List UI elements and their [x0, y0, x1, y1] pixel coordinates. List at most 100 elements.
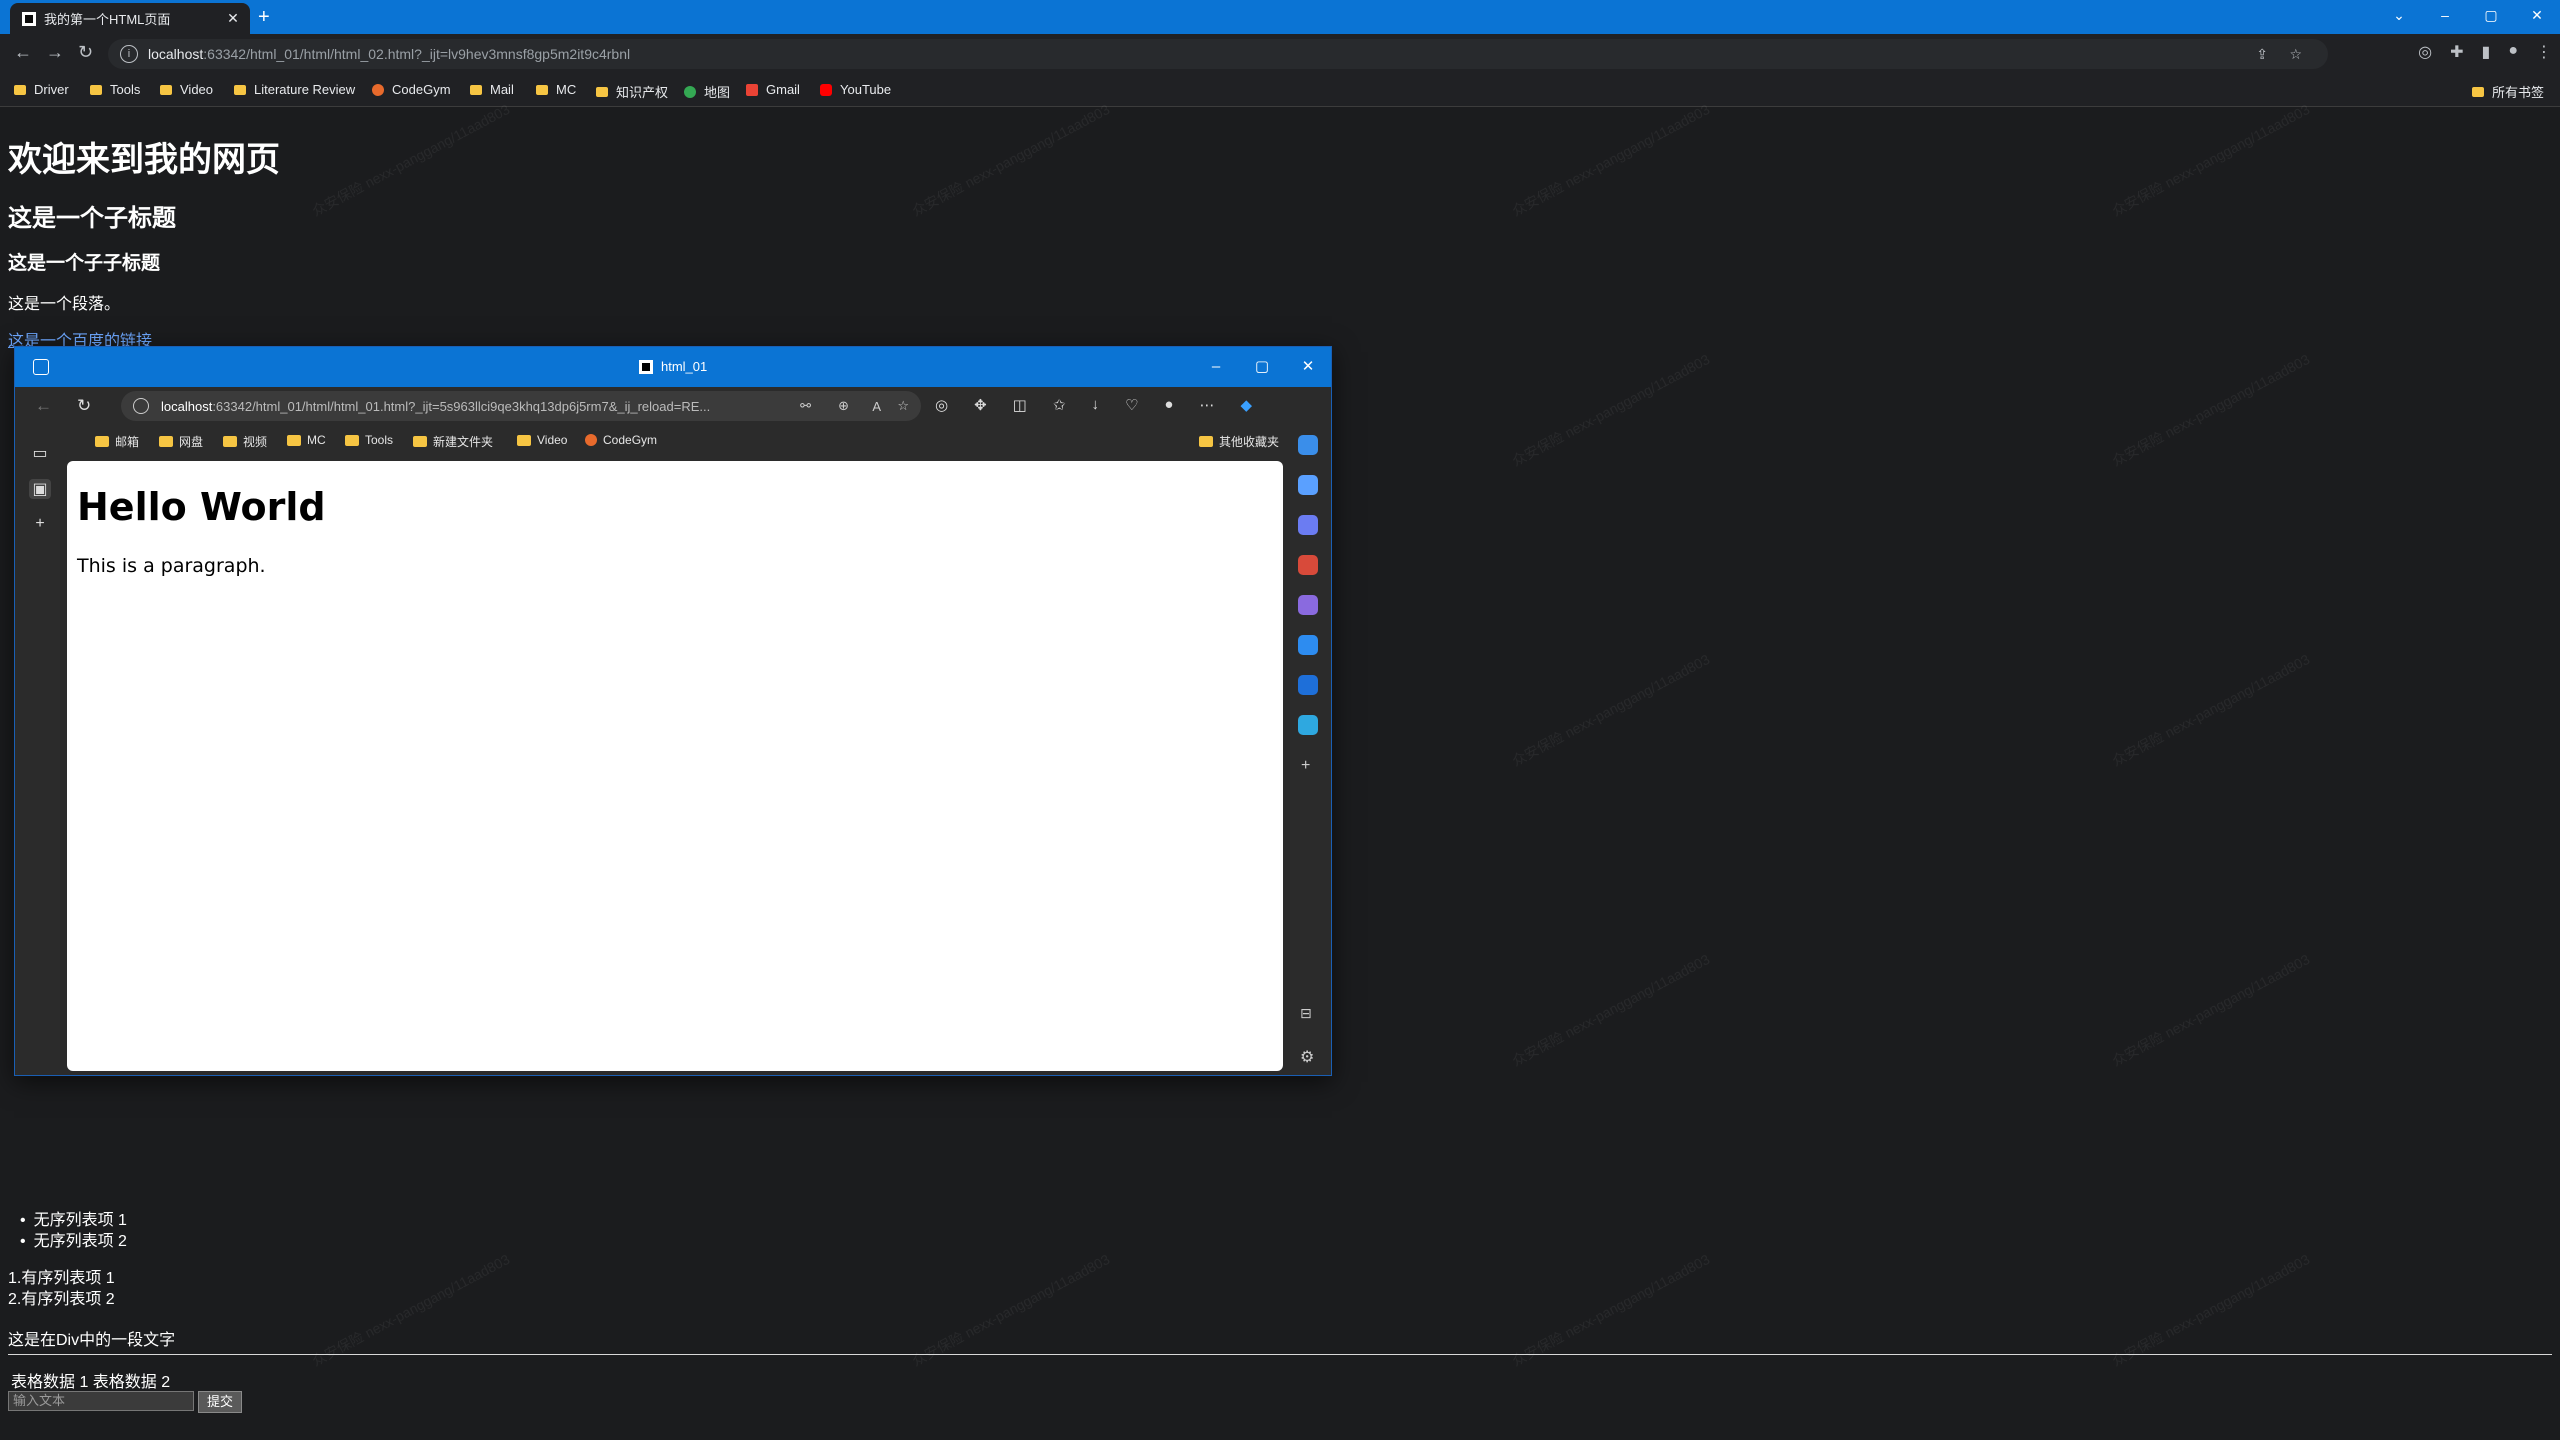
edge-toolbar-icons: ◎ ✥ ◫ ✩ ↓ ♡ ● ⋯ ◆ [935, 396, 1252, 414]
address-bar[interactable]: i localhost :63342/html_01/html/html_02.… [108, 39, 2328, 69]
microsoft365-icon[interactable] [1298, 635, 1318, 655]
games-icon[interactable] [1298, 595, 1318, 615]
extensions-icon[interactable]: ✚ [2450, 42, 2463, 62]
split-screen-icon[interactable]: ◫ [1013, 396, 1027, 414]
intellij-tab-icon[interactable]: ▣ [29, 479, 51, 499]
back-arrow-icon[interactable]: ← [35, 396, 52, 416]
bookmark-label: Mail [490, 82, 514, 97]
other-favorites[interactable]: 其他收藏夹 [1199, 433, 1279, 450]
share-icon[interactable]: ⇪ [2256, 46, 2268, 63]
edge-page-content: Hello World This is a paragraph. [67, 461, 1283, 1071]
side-panel-icon[interactable]: ▮ [2482, 42, 2491, 62]
read-aloud-icon[interactable]: A [872, 399, 881, 414]
browser-tab[interactable]: 我的第一个HTML页面 ✕ [10, 3, 250, 34]
search-icon[interactable] [1298, 475, 1318, 495]
edge-address-bar[interactable]: localhost :63342/html_01/html/html_01.ht… [121, 391, 921, 421]
bookmark-item[interactable]: CodeGym [585, 433, 657, 447]
data-table: 表格数据 1 表格数据 2 [11, 1374, 171, 1391]
profile-avatar-icon[interactable]: ● [1164, 396, 1173, 414]
zoom-icon[interactable]: ⊕ [838, 398, 849, 414]
sidebar-settings-icon[interactable]: ⚙ [1300, 1047, 1314, 1067]
restore-button[interactable]: ▢ [2468, 0, 2514, 30]
tab-actions-icon[interactable] [33, 359, 49, 375]
favorites-icon[interactable]: ✩ [1053, 396, 1066, 414]
favorite-star-icon[interactable]: ☆ [897, 398, 909, 414]
new-tab-icon[interactable]: + [29, 515, 51, 533]
all-bookmarks[interactable]: 所有书签 [2472, 82, 2544, 101]
minimize-button[interactable]: – [2422, 0, 2468, 30]
notification-bell-icon[interactable] [1298, 435, 1318, 455]
close-window-button[interactable]: ✕ [1285, 347, 1331, 387]
list-item-text: 无序列表项 2 [33, 1233, 127, 1250]
profile-avatar-icon[interactable]: ● [2508, 42, 2518, 62]
close-tab-icon[interactable]: ✕ [224, 10, 242, 27]
drop-icon[interactable] [1298, 715, 1318, 735]
bookmark-item[interactable]: Video [517, 433, 567, 447]
incognito-icon[interactable]: ◎ [935, 396, 948, 414]
bookmark-item[interactable]: Tools [90, 82, 140, 97]
bookmark-star-icon[interactable]: ☆ [2289, 46, 2302, 63]
minimize-button[interactable]: – [1193, 347, 1239, 387]
bookmark-item[interactable]: Literature Review [234, 82, 355, 97]
folder-icon [413, 436, 427, 447]
tools-icon[interactable] [1298, 555, 1318, 575]
shopping-tag-icon[interactable] [1298, 515, 1318, 535]
bookmark-label: 视频 [243, 435, 268, 449]
folder-icon [14, 84, 26, 95]
reload-icon[interactable]: ↻ [77, 396, 91, 416]
folder-icon [536, 84, 548, 95]
reload-icon[interactable]: ↻ [78, 42, 93, 63]
edge-vertical-tabs: ▭ ▣ + [15, 425, 67, 1075]
bookmark-label: 知识产权 [616, 85, 669, 100]
submit-button[interactable]: 提交 [198, 1391, 243, 1413]
folder-icon [159, 436, 173, 447]
paragraph: This is a paragraph. [77, 555, 266, 577]
bookmark-item[interactable]: 视频 [223, 433, 267, 450]
bookmark-label: Video [537, 433, 568, 447]
folder-icon [517, 434, 531, 446]
tab-panel-icon[interactable]: ▭ [29, 443, 51, 463]
list-item: 1.有序列表项 1 [8, 1264, 115, 1287]
bookmark-item[interactable]: MC [536, 82, 576, 97]
hide-sidebar-icon[interactable]: ⊟ [1300, 1005, 1312, 1022]
bookmark-item[interactable]: 新建文件夹 [413, 433, 493, 450]
bookmark-item[interactable]: 知识产权 [596, 82, 668, 101]
bookmark-item[interactable]: 邮箱 [95, 433, 139, 450]
incognito-icon[interactable]: ◎ [2418, 42, 2432, 62]
downloads-icon[interactable]: ↓ [1091, 396, 1099, 414]
url-host: localhost [161, 398, 213, 414]
bookmark-label: 新建文件夹 [433, 435, 494, 449]
bookmark-item[interactable]: Video [160, 82, 213, 97]
more-menu-icon[interactable]: ⋯ [1199, 396, 1214, 414]
bookmark-item[interactable]: Driver [14, 82, 69, 97]
url-path: :63342/html_01/html/html_02.html?_ijt=lv… [203, 46, 631, 62]
new-tab-button[interactable]: + [258, 6, 270, 29]
bookmark-item[interactable]: MC [287, 433, 326, 447]
text-input[interactable]: 输入文本 [8, 1391, 194, 1411]
site-info-icon[interactable]: i [120, 45, 138, 63]
folder-icon [287, 434, 301, 446]
bookmark-item[interactable]: 网盘 [159, 433, 203, 450]
back-arrow-icon[interactable]: ← [14, 42, 32, 63]
browser-essentials-icon[interactable]: ♡ [1125, 396, 1138, 414]
bookmark-item[interactable]: Tools [345, 433, 393, 447]
bookmark-item[interactable]: YouTube [820, 82, 891, 97]
bookmark-item[interactable]: Gmail [746, 82, 800, 97]
watermark: 众安保险 nexx-panggang/11aad803 [2109, 1250, 2313, 1370]
menu-kebab-icon[interactable]: ⋮ [2536, 42, 2552, 62]
add-sidebar-app-icon[interactable]: + [1301, 757, 1310, 775]
folder-icon [2472, 86, 2484, 97]
copilot-icon[interactable]: ◆ [1240, 396, 1252, 414]
tab-search-icon[interactable]: ⌄ [2376, 0, 2422, 30]
gmail-icon [746, 83, 758, 96]
reader-icon[interactable]: ⚯ [800, 398, 811, 414]
site-info-icon[interactable] [133, 398, 149, 414]
extensions-icon[interactable]: ✥ [974, 396, 987, 414]
bookmark-item[interactable]: Mail [470, 82, 514, 97]
close-window-button[interactable]: ✕ [2514, 0, 2560, 30]
bookmark-item[interactable]: CodeGym [372, 82, 451, 97]
bookmark-item[interactable]: 地图 [684, 82, 730, 101]
maximize-button[interactable]: ▢ [1239, 347, 1285, 387]
outlook-icon[interactable] [1298, 675, 1318, 695]
forward-arrow-icon[interactable]: → [46, 42, 64, 63]
